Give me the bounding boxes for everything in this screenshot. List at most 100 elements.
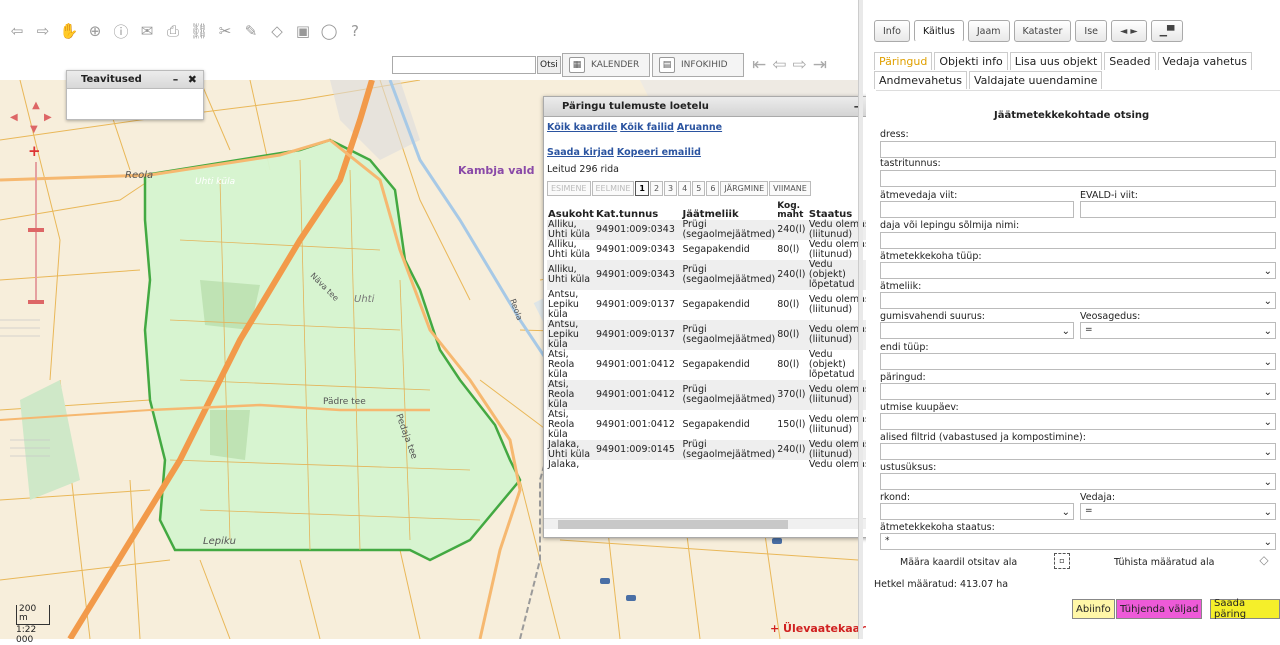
table-row[interactable]: Antsu, Lepiku küla 94901:009:0137 Segapake… [547,290,871,320]
copy-emails-link[interactable]: Kopeeri emailid [617,147,701,158]
scroll-thumb[interactable] [558,520,788,529]
tab-info[interactable]: Info [874,20,910,42]
aadress-input[interactable] [880,141,1276,158]
measure-icon[interactable]: ✂ [214,20,236,42]
arrow-right-icon[interactable]: ⇨ [32,20,54,42]
kogumisvahendi-suurus-select[interactable]: ⌄ [880,322,1074,339]
tab-kaitlus[interactable]: Käitlus [913,20,964,42]
pager-last[interactable]: VIIMANE [769,181,811,196]
zoom-out-icon[interactable] [28,300,44,304]
subtab-seaded[interactable]: Seaded [1104,52,1156,70]
print-icon[interactable]: ⎙ [162,20,184,42]
tab-layout[interactable]: ▁▀ [1150,20,1184,42]
info-icon[interactable]: ⓘ [110,20,132,42]
subtab-lisa-uus-objekt[interactable]: Lisa uus objekt [1009,52,1103,70]
pager-page[interactable]: 6 [706,181,720,196]
link-icon[interactable]: ⛓ [188,20,210,42]
abiinfo-button[interactable]: Abiinfo [1072,599,1115,619]
send-query-button[interactable]: Saada päring [1210,598,1280,620]
piirkond-select[interactable]: ⌄ [880,503,1074,520]
hand-pan-icon[interactable]: ✋ [58,20,80,42]
pager-page[interactable]: 4 [678,181,692,196]
refresh-icon[interactable]: ◯ [318,20,340,42]
table-row[interactable]: Alliku, Uhti küla 94901:009:0343 Segapaken… [547,240,871,260]
staatus-select[interactable]: * ⌄ [880,533,1276,550]
table-row[interactable]: Antsu, Lepiku küla 94901:009:0137 Prügi (s… [547,320,871,350]
clear-fields-button[interactable]: Tühjenda väljad [1116,599,1203,619]
subtab-andmevahetus[interactable]: Andmevahetus [874,71,967,89]
col-header[interactable]: Kog. maht [776,202,808,220]
all-to-map-link[interactable]: Kõik kaardile [547,122,617,133]
pager-first[interactable]: ESIMENE [547,181,591,196]
vahendi-tyyp-select[interactable]: ⌄ [880,353,1276,370]
subtab-paringud[interactable]: Päringud [874,52,933,70]
calendar-button[interactable]: ▦ KALENDER [562,53,650,77]
first-extent-icon[interactable]: ⇤ [752,55,766,75]
jaatmeliik-select[interactable]: ⌄ [880,292,1276,309]
erase-icon[interactable]: ◇ [266,20,288,42]
zoom-slider-handle[interactable] [28,228,44,232]
pan-left-icon[interactable]: ◀ [10,112,18,123]
tab-jaam[interactable]: Jaam [967,20,1010,42]
katastritunnus-input[interactable] [880,170,1276,187]
report-link[interactable]: Aruanne [677,122,722,133]
table-row[interactable]: Alliku, Uhti küla 94901:009:0343 Prügi (se… [547,260,871,290]
eriparingud-select[interactable]: ⌄ [880,383,1276,400]
col-header[interactable]: Asukoht [547,202,595,220]
panel-splitter[interactable] [858,0,863,639]
search-button[interactable]: Otsi [537,56,561,74]
muutmise-kuupaev-select[interactable]: ⌄ [880,413,1276,430]
tab-arrows[interactable]: ◄ ► [1111,20,1147,42]
table-row[interactable]: Jalaka, Uhti küla 94901:009:0145 Prügi (se… [547,440,871,460]
pan-right-icon[interactable]: ▶ [44,112,52,123]
arrow-left-icon[interactable]: ⇦ [6,20,28,42]
subtab-vedaja-vahetus[interactable]: Vedaja vahetus [1157,52,1252,70]
all-files-link[interactable]: Kõik failid [620,122,674,133]
table-row[interactable]: Atsi, Reola küla 94901:001:0412 Segapakend… [547,350,871,380]
pan-down-icon[interactable]: ▼ [30,124,38,135]
help-icon[interactable]: ? [344,20,366,42]
subtab-valdajate-uuendamine[interactable]: Valdajate uuendamine [968,71,1103,89]
tab-ise[interactable]: Ise [1075,20,1108,42]
subtab-objekti-info[interactable]: Objekti info [934,52,1008,70]
last-extent-icon[interactable]: ⇥ [813,55,827,75]
pager-page[interactable]: 1 [635,181,649,196]
close-icon[interactable]: ✖ [188,73,197,86]
send-letters-link[interactable]: Saada kirjad [547,147,614,158]
search-input[interactable] [392,56,536,74]
valdaja-input[interactable] [880,232,1276,249]
pager-page[interactable]: 5 [692,181,706,196]
results-hscroll[interactable] [544,518,874,529]
pager-next[interactable]: JÄRGMINE [720,181,769,196]
clear-area-icon[interactable]: ◇ [1256,553,1272,569]
tab-kataster[interactable]: Kataster [1013,20,1072,42]
pager-page[interactable]: 2 [649,181,664,196]
haldusuksus-select[interactable]: ⌄ [880,473,1276,490]
zoom-icon[interactable]: ⊕ [84,20,106,42]
zoom-slider-track[interactable] [35,162,37,302]
lisafiltrid-select[interactable]: ⌄ [880,443,1276,460]
tekkekoha-tyyp-select[interactable]: ⌄ [880,262,1276,279]
pager-prev[interactable]: EELMINE [591,181,635,196]
minimize-icon[interactable]: – [173,73,179,86]
layers-image-icon[interactable]: ▣ [292,20,314,42]
results-header[interactable]: Päringu tulemuste loetelu – ✖ [544,97,884,117]
veosagedus-select[interactable]: = ⌄ [1080,322,1276,339]
pager-page[interactable]: 3 [664,181,678,196]
draw-icon[interactable]: ✎ [240,20,262,42]
define-area-icon[interactable]: ▫ [1054,553,1070,569]
zoom-in-icon[interactable]: + [28,142,41,160]
evald-viit-input[interactable] [1080,201,1276,218]
table-row[interactable]: Atsi, Reola küla 94901:001:0412 Segapakend… [547,410,871,440]
overview-map-link[interactable]: + Ülevaatekaart [770,622,871,635]
pan-up-icon[interactable]: ▲ [26,100,46,111]
next-extent-icon[interactable]: ⇨ [793,55,807,75]
col-header[interactable]: Jäätmeliik [678,202,776,220]
infolayers-button[interactable]: ▤ INFOKIHID [652,53,744,77]
table-row[interactable]: Jalaka, Vedu olemas [547,460,871,470]
vedaja-select[interactable]: = ⌄ [1080,503,1276,520]
mail-icon[interactable]: ✉ [136,20,158,42]
prev-extent-icon[interactable]: ⇦ [772,55,786,75]
table-row[interactable]: Alliku, Uhti küla 94901:009:0343 Prügi (se… [547,220,871,240]
col-header[interactable]: Kat.tunnus [595,202,679,220]
